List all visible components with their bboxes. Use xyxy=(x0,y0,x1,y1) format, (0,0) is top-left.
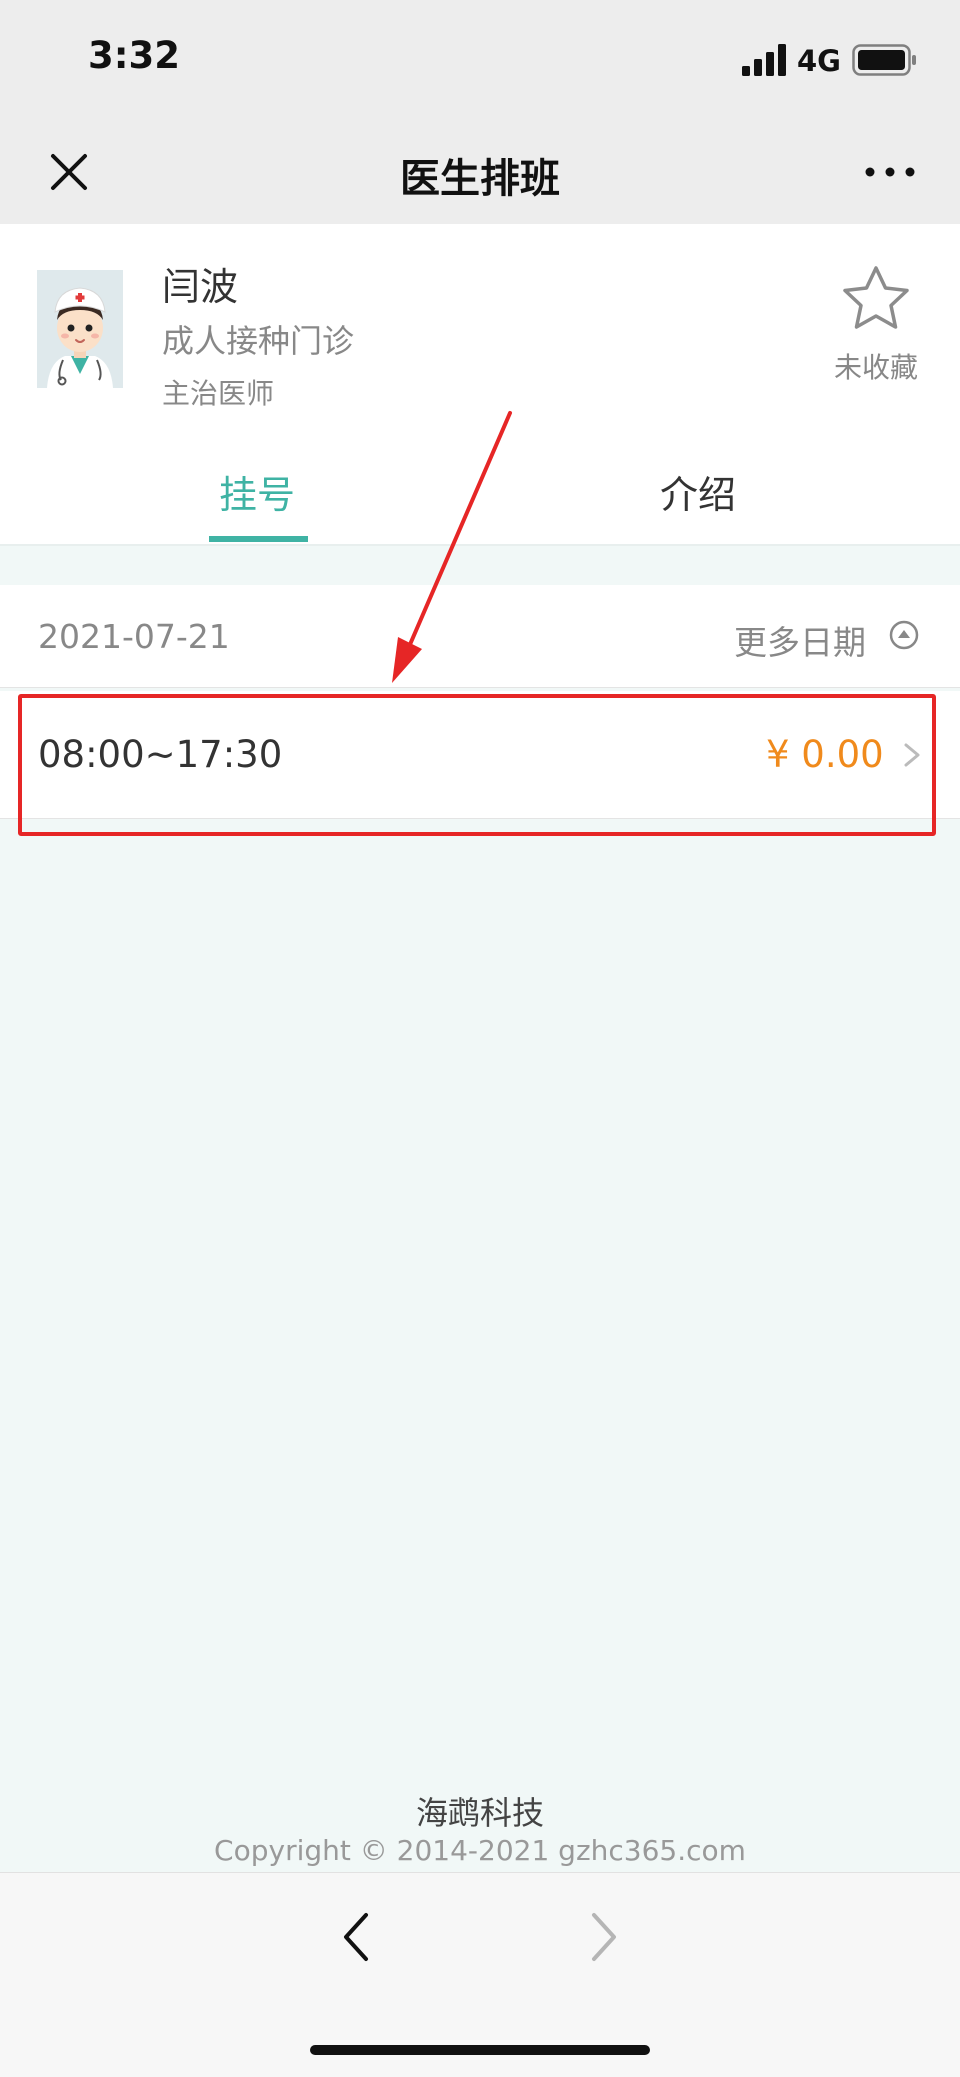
status-bar: 3:32 4G xyxy=(0,0,960,120)
doctor-department: 成人接种门诊 xyxy=(162,322,355,360)
nav-bar: 医生排班 xyxy=(0,120,960,224)
more-dates-button[interactable]: 更多日期 xyxy=(734,616,866,664)
home-indicator xyxy=(310,2045,650,2055)
browser-bottom-bar xyxy=(0,1872,960,2077)
annotation-arrow-icon xyxy=(392,411,512,683)
favorite-button[interactable]: 未收藏 xyxy=(826,264,926,386)
tab-active-indicator xyxy=(209,536,308,542)
page-title: 医生排班 xyxy=(400,156,560,202)
slot-time: 08:00~17:30 xyxy=(38,733,283,776)
chevron-right-icon xyxy=(904,743,920,767)
doctor-name: 闫波 xyxy=(162,265,239,309)
schedule-date: 2021-07-21 xyxy=(38,617,230,656)
doctor-title: 主治医师 xyxy=(162,377,275,410)
time-slot-row[interactable]: 08:00~17:30 ¥ 0.00 xyxy=(0,691,960,819)
footer-copyright: Copyright © 2014-2021 gzhc365.com xyxy=(214,1834,746,1867)
favorite-label: 未收藏 xyxy=(833,351,918,384)
chevron-up-circle-icon[interactable] xyxy=(888,619,920,651)
back-arrow-icon[interactable] xyxy=(336,1907,376,1967)
network-label: 4G xyxy=(797,44,841,78)
star-icon xyxy=(843,266,909,329)
doctor-avatar-icon xyxy=(37,270,123,388)
more-dots-icon[interactable] xyxy=(862,148,918,196)
footer-brand: 海鹉科技 xyxy=(415,1794,544,1832)
tab-introduction[interactable]: 介绍 xyxy=(660,464,736,519)
battery-icon xyxy=(852,44,916,76)
forward-arrow-icon[interactable] xyxy=(584,1907,624,1967)
signal-icon xyxy=(742,44,786,76)
status-time: 3:32 xyxy=(88,34,181,77)
slot-price: ¥ 0.00 xyxy=(766,733,884,776)
tab-registration[interactable]: 挂号 xyxy=(219,464,295,519)
